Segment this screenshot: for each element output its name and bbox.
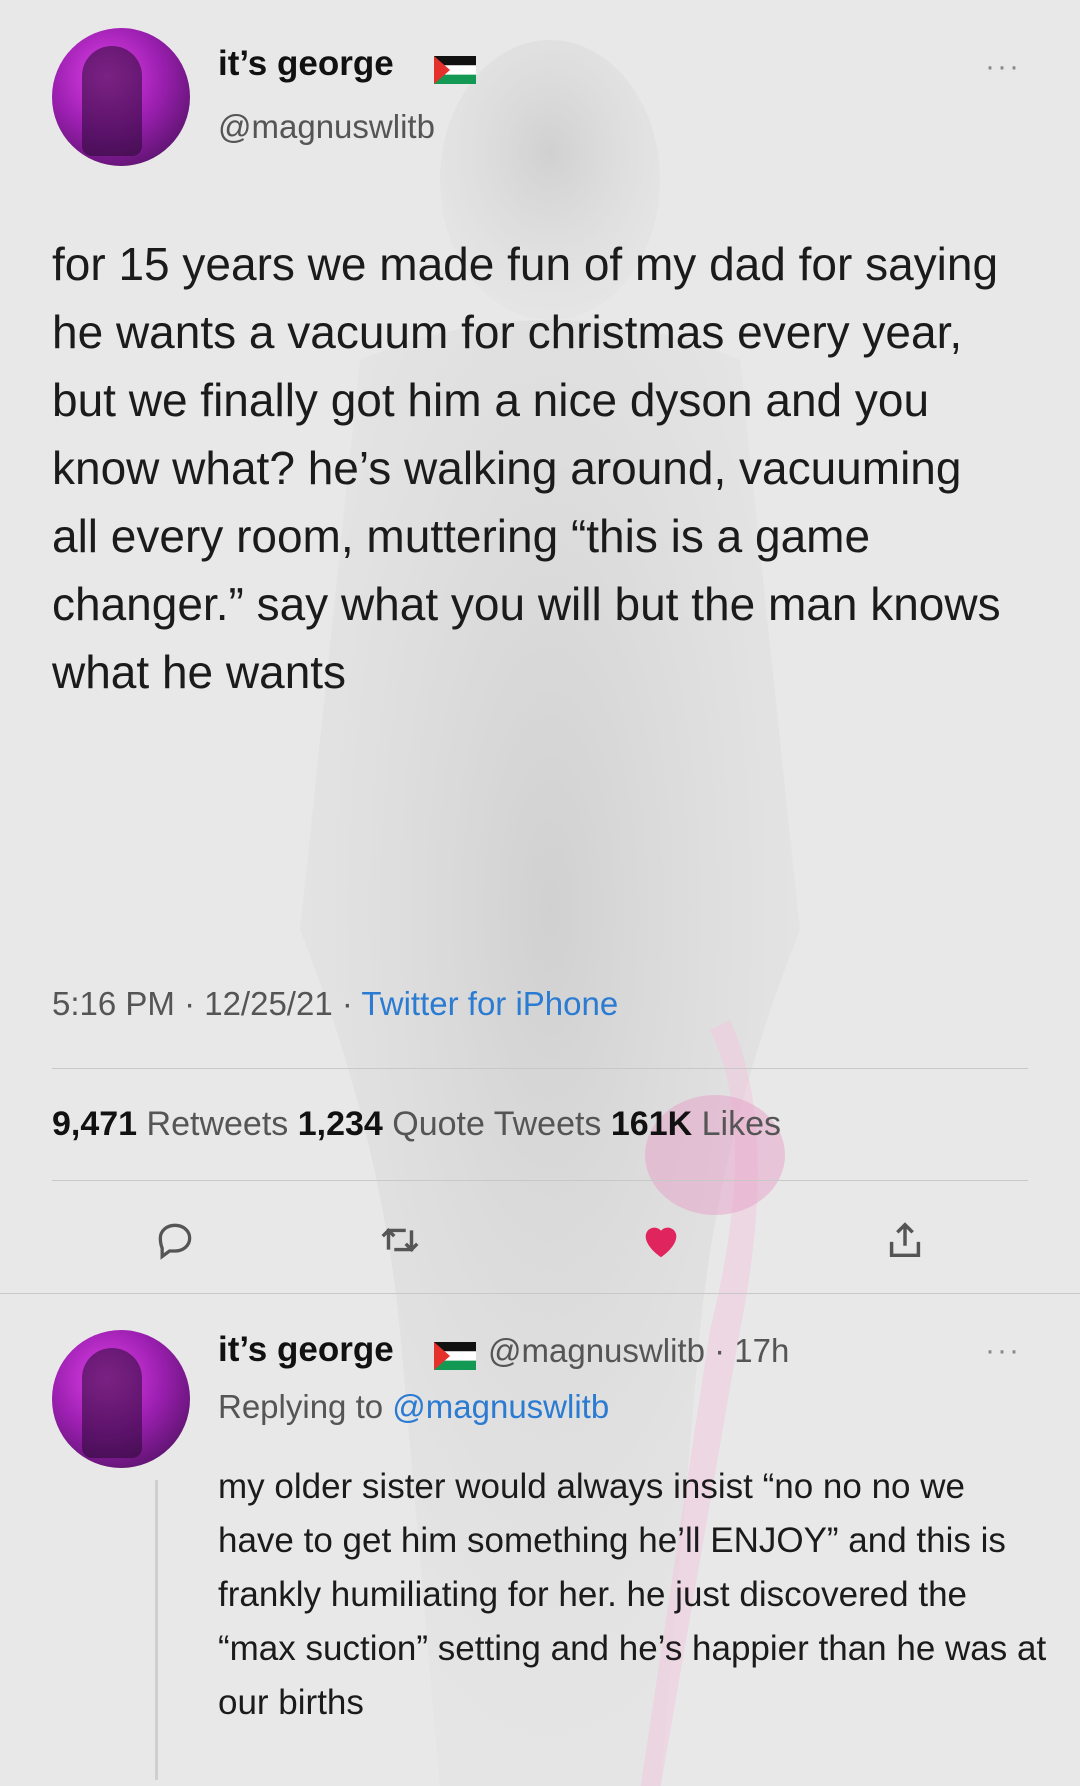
divider bbox=[52, 1180, 1028, 1181]
avatar[interactable] bbox=[52, 1330, 190, 1468]
palestine-flag-icon bbox=[434, 56, 476, 84]
replying-to: Replying to @magnuswlitb bbox=[218, 1388, 610, 1425]
more-options-icon[interactable]: ··· bbox=[985, 50, 1021, 84]
divider bbox=[0, 1293, 1080, 1294]
divider bbox=[52, 1068, 1028, 1069]
retweets-stat[interactable]: 9,471 Retweets bbox=[52, 1105, 298, 1143]
user-handle[interactable]: @magnuswlitb bbox=[218, 108, 435, 146]
quote-tweets-stat[interactable]: 1,234 Quote Tweets bbox=[298, 1105, 611, 1143]
display-name[interactable]: it’s george bbox=[218, 1330, 394, 1370]
more-options-icon[interactable]: ··· bbox=[985, 1334, 1021, 1368]
reply-text: my older sister would always insist “no … bbox=[218, 1467, 1047, 1722]
tweet-text: for 15 years we made fun of my dad for s… bbox=[52, 238, 1001, 698]
tweet-source-link[interactable]: Twitter for iPhone bbox=[361, 985, 618, 1022]
user-handle-time[interactable]: @magnuswlitb · 17h bbox=[488, 1332, 789, 1370]
tweet-stats: 9,471 Retweets 1,234 Quote Tweets 161K L… bbox=[52, 1105, 781, 1144]
likes-stat[interactable]: 161K Likes bbox=[611, 1105, 781, 1143]
reply-icon[interactable] bbox=[150, 1215, 200, 1265]
mention-link[interactable]: @magnuswlitb bbox=[392, 1388, 609, 1425]
heart-icon[interactable] bbox=[636, 1215, 686, 1265]
tweet-meta: 5:16 PM · 12/25/21 · Twitter for iPhone bbox=[52, 985, 618, 1023]
tweet-timestamp[interactable]: 5:16 PM · 12/25/21 · bbox=[52, 985, 361, 1022]
share-icon[interactable] bbox=[880, 1215, 930, 1265]
tweet-actions bbox=[0, 1215, 1080, 1275]
thread-line bbox=[155, 1480, 158, 1780]
palestine-flag-icon bbox=[434, 1342, 476, 1370]
retweet-icon[interactable] bbox=[375, 1215, 425, 1265]
display-name[interactable]: it’s george bbox=[218, 44, 394, 84]
avatar[interactable] bbox=[52, 28, 190, 166]
